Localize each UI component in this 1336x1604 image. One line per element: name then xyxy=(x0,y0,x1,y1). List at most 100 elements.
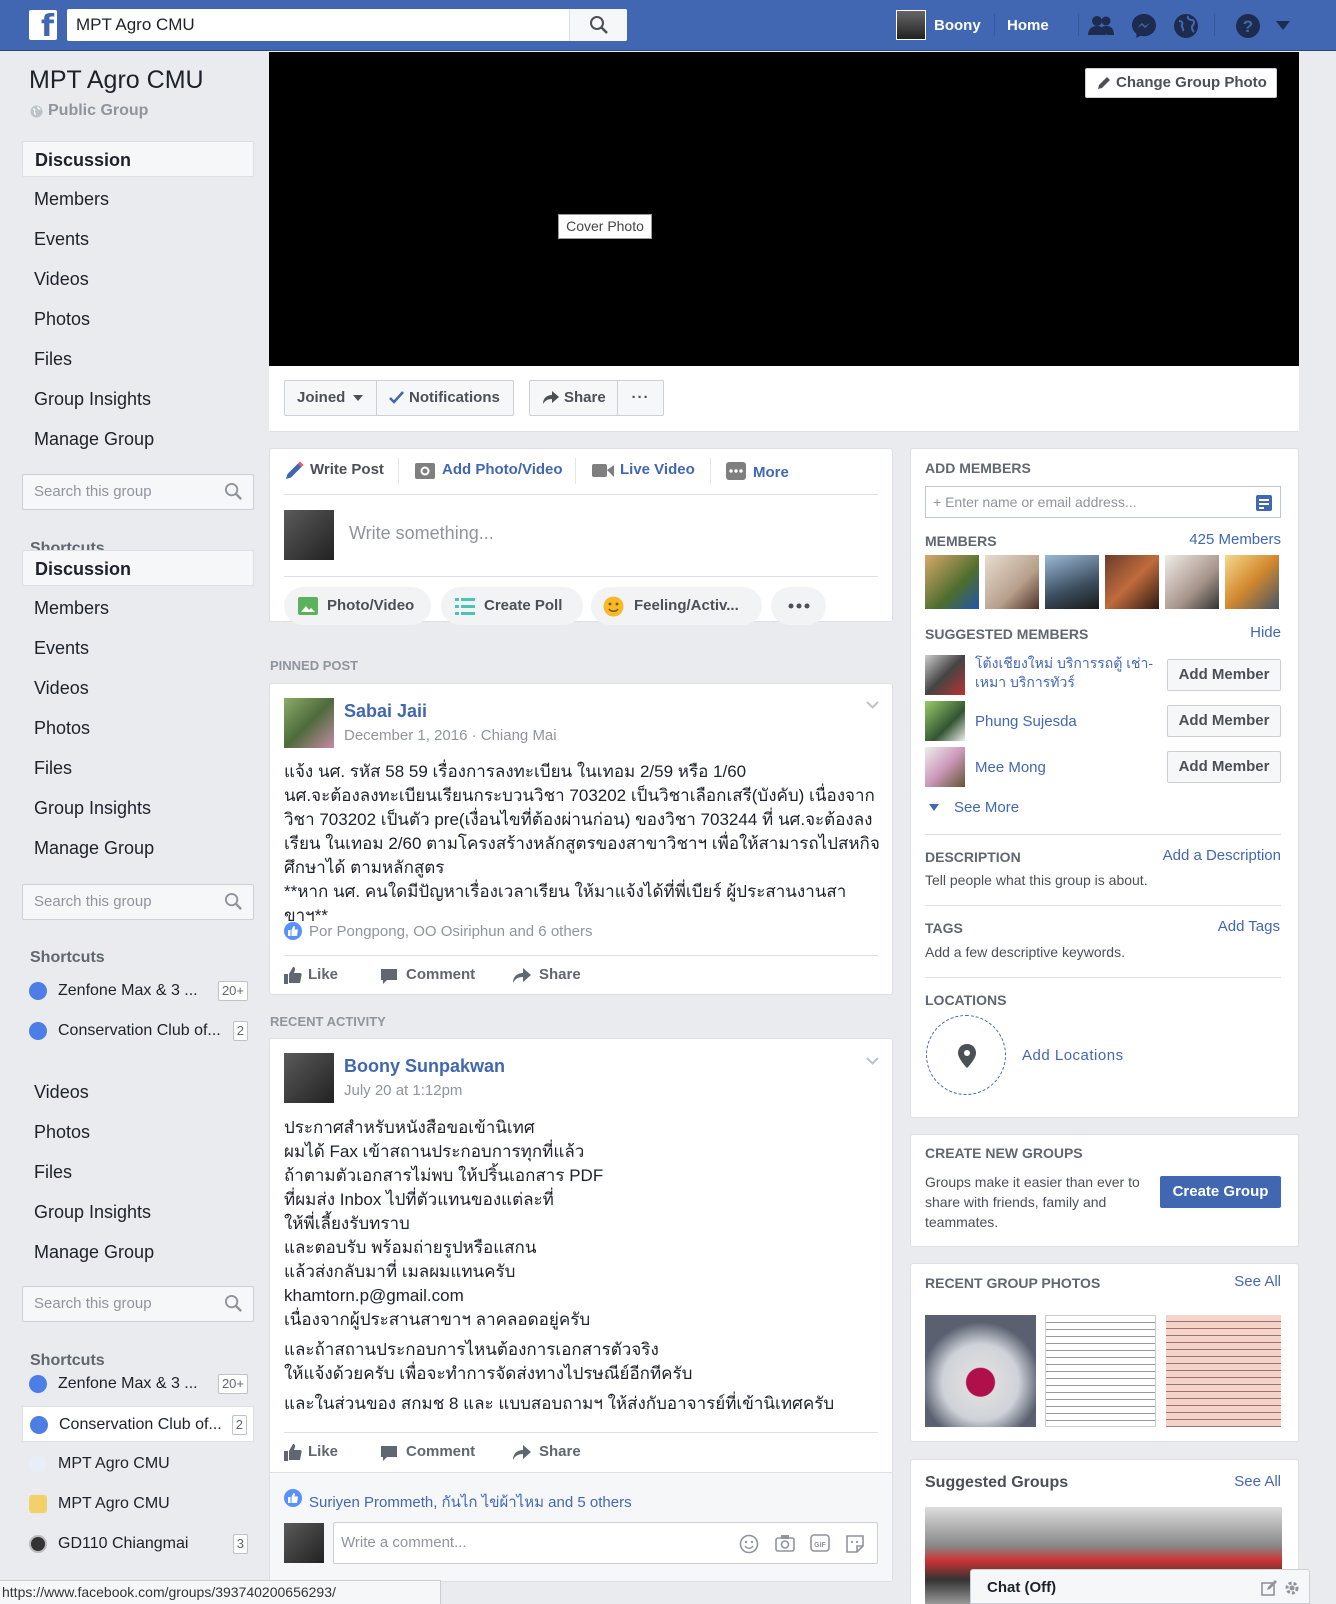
more-options-button[interactable]: ··· xyxy=(617,380,664,416)
post-timestamp[interactable]: July 20 at 1:12pm xyxy=(344,1082,462,1099)
share-button[interactable]: Share xyxy=(513,966,581,986)
sticker-icon[interactable] xyxy=(845,1534,865,1554)
change-group-photo-button[interactable]: Change Group Photo xyxy=(1085,68,1277,98)
help-icon[interactable]: ? xyxy=(1235,13,1261,39)
see-more-members-link[interactable]: See More xyxy=(954,799,1019,816)
tab-more[interactable]: More xyxy=(753,464,789,481)
suggested-member-avatar[interactable] xyxy=(925,747,965,787)
sidebar-item-videos[interactable]: Videos xyxy=(22,261,254,297)
chat-tab[interactable]: Chat (Off) xyxy=(970,1569,1310,1604)
sidebar-item-group-insights[interactable]: Group Insights xyxy=(22,790,254,826)
tab-add-photo-video[interactable]: Add Photo/Video xyxy=(442,461,563,478)
recent-group-photo[interactable] xyxy=(1166,1315,1281,1427)
sidebar-item-manage-group[interactable]: Manage Group xyxy=(22,1234,254,1270)
member-thumbnail[interactable] xyxy=(925,555,979,609)
member-thumbnail[interactable] xyxy=(1225,555,1279,609)
create-group-button[interactable]: Create Group xyxy=(1160,1176,1281,1208)
shortcut-item[interactable]: Zenfone Max & 3 ... 20+ xyxy=(22,1366,254,1402)
hide-suggestions-link[interactable]: Hide xyxy=(1250,624,1281,641)
add-locations-link[interactable]: Add Locations xyxy=(1022,1047,1124,1064)
sidebar-item-files[interactable]: Files xyxy=(22,1154,254,1190)
members-count-link[interactable]: 425 Members xyxy=(1189,531,1281,548)
sidebar-item-photos[interactable]: Photos xyxy=(22,710,254,746)
share-group-button[interactable]: Share xyxy=(529,380,618,416)
gif-icon[interactable]: GIF xyxy=(810,1534,830,1552)
sidebar-item-photos[interactable]: Photos xyxy=(22,1114,254,1150)
contact-list-icon[interactable] xyxy=(1256,495,1272,511)
member-thumbnail[interactable] xyxy=(1105,555,1159,609)
user-avatar[interactable] xyxy=(896,10,926,40)
group-search-input[interactable]: Search this group xyxy=(22,474,254,510)
create-poll-button[interactable]: Create Poll xyxy=(441,587,583,625)
add-members-input[interactable]: + Enter name or email address... xyxy=(925,486,1281,518)
add-tags-link[interactable]: Add Tags xyxy=(1218,918,1280,935)
composer-more-button[interactable] xyxy=(771,587,826,625)
sidebar-item-manage-group[interactable]: Manage Group xyxy=(22,421,254,457)
add-member-button[interactable]: Add Member xyxy=(1167,659,1281,691)
sidebar-item-photos[interactable]: Photos xyxy=(22,301,254,337)
chevron-down-icon[interactable] xyxy=(866,1057,879,1065)
suggested-member-avatar[interactable] xyxy=(925,701,965,741)
tab-write-post[interactable]: Write Post xyxy=(310,461,384,478)
sidebar-item-discussion[interactable]: Discussion xyxy=(22,141,254,177)
add-member-button[interactable]: Add Member xyxy=(1167,751,1281,783)
shortcut-item[interactable]: Conservation Club of... 2 xyxy=(22,1013,254,1049)
emoji-icon[interactable] xyxy=(739,1534,759,1554)
suggested-member-avatar[interactable] xyxy=(925,655,965,695)
post-timestamp[interactable]: December 1, 2016 · Chiang Mai xyxy=(344,727,557,744)
post-likes-summary[interactable]: Por Pongpong, OO Osiriphun and 6 others xyxy=(309,923,593,940)
notifications-button[interactable]: Notifications xyxy=(376,380,514,416)
recent-group-photo[interactable] xyxy=(1045,1315,1156,1427)
group-name-title[interactable]: MPT Agro CMU xyxy=(29,66,204,95)
global-search-input[interactable]: MPT Agro CMU xyxy=(67,9,627,41)
sidebar-item-members[interactable]: Members xyxy=(22,181,254,217)
comment-button[interactable]: Comment xyxy=(380,966,475,986)
post-line[interactable]: khamtorn.p@gmail.com xyxy=(284,1284,884,1308)
sidebar-item-manage-group[interactable]: Manage Group xyxy=(22,830,254,866)
post-likes-summary[interactable]: Suriyen Prommeth, กันไก ไข่ผ้าไหม and 5 … xyxy=(309,1490,632,1514)
member-thumbnail[interactable] xyxy=(1045,555,1099,609)
add-member-button[interactable]: Add Member xyxy=(1167,705,1281,737)
messenger-icon[interactable] xyxy=(1131,13,1157,39)
add-description-link[interactable]: Add a Description xyxy=(1163,847,1281,864)
gear-icon[interactable] xyxy=(1284,1580,1300,1596)
post-author-avatar[interactable] xyxy=(284,1053,334,1103)
member-thumbnail[interactable] xyxy=(1165,555,1219,609)
see-all-groups-link[interactable]: See All xyxy=(1234,1473,1281,1490)
shortcut-item[interactable]: MPT Agro CMU xyxy=(22,1486,254,1522)
compose-message-icon[interactable] xyxy=(1261,1580,1277,1596)
photo-video-button[interactable]: Photo/Video xyxy=(284,587,431,625)
sidebar-item-group-insights[interactable]: Group Insights xyxy=(22,381,254,417)
add-location-circle[interactable] xyxy=(926,1015,1006,1095)
tab-live-video[interactable]: Live Video xyxy=(620,461,695,478)
recent-group-photo[interactable] xyxy=(925,1315,1036,1427)
share-button[interactable]: Share xyxy=(513,1443,581,1463)
suggested-member-name[interactable]: โต้งเชียงใหม่ บริการรถตู้ เช่า-เหมา บริก… xyxy=(975,654,1155,692)
home-link[interactable]: Home xyxy=(1007,17,1049,34)
member-thumbnail[interactable] xyxy=(985,555,1039,609)
post-author-avatar[interactable] xyxy=(284,698,334,748)
sidebar-item-members[interactable]: Members xyxy=(22,590,254,626)
comment-button[interactable]: Comment xyxy=(380,1443,475,1463)
shortcut-item[interactable]: Conservation Club of... 2 xyxy=(22,1406,254,1442)
shortcut-item[interactable]: Zenfone Max & 3 ... 20+ xyxy=(22,973,254,1009)
cover-photo[interactable] xyxy=(269,52,1299,366)
friend-requests-icon[interactable] xyxy=(1088,13,1114,39)
sidebar-item-events[interactable]: Events xyxy=(22,221,254,257)
suggested-member-name[interactable]: Phung Sujesda xyxy=(975,713,1077,730)
sidebar-item-events[interactable]: Events xyxy=(22,630,254,666)
like-button[interactable]: Like xyxy=(284,1443,338,1463)
like-button[interactable]: Like xyxy=(284,966,338,986)
joined-button[interactable]: Joined xyxy=(284,380,377,416)
post-author-name[interactable]: Sabai Jaii xyxy=(344,701,427,722)
feeling-activity-button[interactable]: Feeling/Activ... xyxy=(591,587,762,625)
account-menu-chevron-down-icon[interactable] xyxy=(1276,21,1290,30)
chevron-down-icon[interactable] xyxy=(866,701,879,709)
group-search-input[interactable]: Search this group xyxy=(22,884,254,920)
camera-icon[interactable] xyxy=(775,1534,795,1552)
sidebar-item-group-insights[interactable]: Group Insights xyxy=(22,1194,254,1230)
group-search-input[interactable]: Search this group xyxy=(22,1286,254,1322)
comment-input[interactable]: Write a comment... GIF xyxy=(333,1522,878,1564)
composer-input[interactable]: Write something... xyxy=(349,523,494,544)
sidebar-item-videos[interactable]: Videos xyxy=(22,1074,254,1110)
